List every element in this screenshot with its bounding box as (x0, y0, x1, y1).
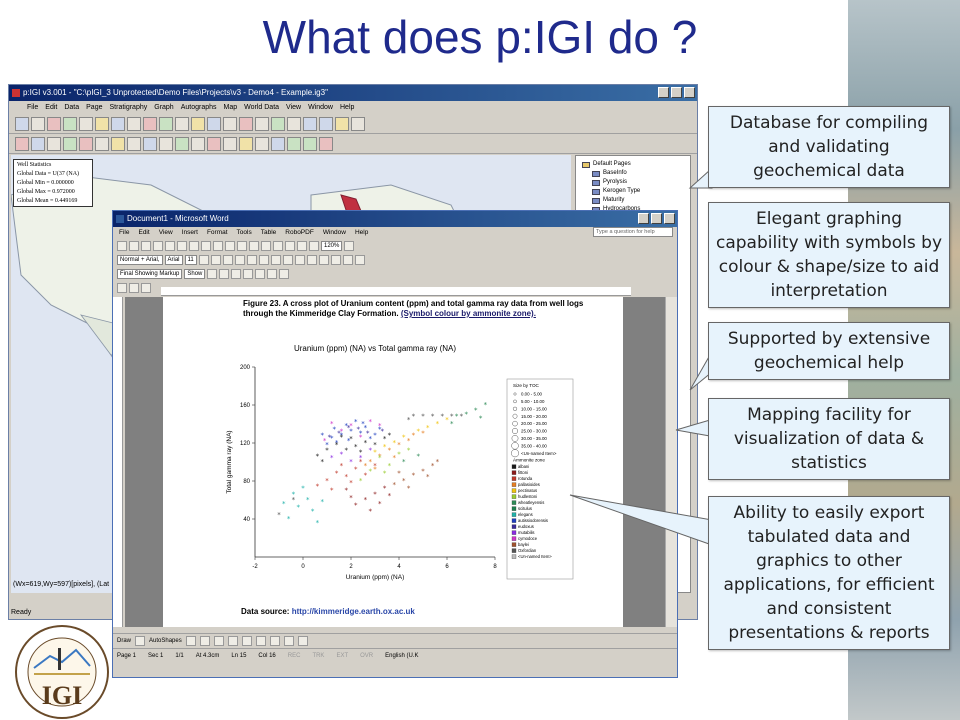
callout-pointer (675, 419, 711, 437)
callout-graphing: Elegant graphing capability with symbols… (708, 202, 950, 308)
logo-text: IGI (42, 681, 82, 710)
callout-database: Database for compiling and validating ge… (708, 106, 950, 188)
callout-mapping: Mapping facility for visualization of da… (708, 398, 950, 480)
callout-pointer (569, 494, 713, 546)
igi-logo: IGI (15, 625, 109, 719)
callout-help: Supported by extensive geochemical help (708, 322, 950, 380)
callout-export: Ability to easily export tabulated data … (708, 496, 950, 650)
